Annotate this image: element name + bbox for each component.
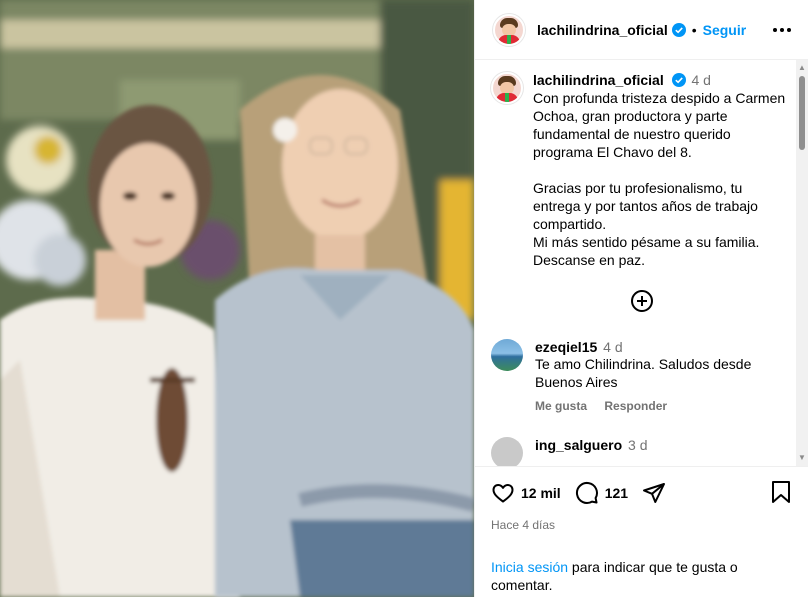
login-link[interactable]: Inicia sesión (491, 559, 568, 575)
post-date[interactable]: Hace 4 días (491, 518, 792, 532)
share-icon[interactable] (642, 481, 666, 505)
scroll-up-icon[interactable]: ▲ (798, 64, 806, 72)
caption-time[interactable]: 4 d (691, 72, 710, 88)
scroll-down-icon[interactable]: ▼ (798, 454, 806, 462)
photo-illustration (0, 0, 474, 597)
login-prompt: Inicia sesión para indicar que te gusta … (491, 558, 792, 594)
commenter-username[interactable]: ezeqiel15 (535, 339, 597, 355)
commenter-avatar[interactable] (491, 339, 523, 371)
more-icon[interactable] (770, 18, 794, 42)
load-more-comments[interactable] (491, 289, 792, 315)
follow-button[interactable]: Seguir (703, 22, 747, 38)
post-footer: 12 mil 121 Hace 4 días Inicia sesión par… (475, 466, 808, 597)
comment-like-button[interactable]: Me gusta (535, 399, 587, 413)
caption-avatar[interactable] (491, 72, 523, 104)
caption-text: Con profunda tristeza despido a Carmen O… (533, 90, 786, 268)
comment-reply-button[interactable]: Responder (604, 399, 667, 413)
action-bar: 12 mil 121 (491, 467, 792, 519)
comment-time[interactable]: 4 d (603, 339, 622, 355)
comment-item: ing_salguero 3 d (491, 437, 792, 466)
comment-icon[interactable] (575, 481, 599, 505)
add-circle-icon[interactable] (630, 289, 654, 313)
comments-scroll-area[interactable]: lachilindrina_oficial 4 d Con profunda t… (475, 60, 808, 466)
scrollbar[interactable]: ▲ ▼ (796, 60, 808, 466)
author-username[interactable]: lachilindrina_oficial (537, 22, 668, 38)
comment-button[interactable]: 121 (575, 481, 642, 505)
caption: lachilindrina_oficial 4 d Con profunda t… (491, 72, 792, 269)
commenter-username[interactable]: ing_salguero (535, 437, 622, 453)
header-separator: • (691, 21, 697, 38)
likes-count: 12 mil (521, 485, 561, 501)
post-header: lachilindrina_oficial • Seguir (475, 0, 808, 60)
share-button[interactable] (642, 481, 666, 505)
comment-text: Te amo Chilindrina. Saludos desde Buenos… (535, 356, 752, 390)
post-side-panel: lachilindrina_oficial • Seguir lachilind… (474, 0, 808, 597)
comments-count: 121 (604, 485, 629, 501)
comment-item: ezeqiel15 4 d Te amo Chilindrina. Saludo… (491, 339, 792, 413)
post-photo (0, 0, 474, 597)
commenter-avatar[interactable] (491, 437, 523, 466)
scrollbar-thumb[interactable] (799, 76, 805, 150)
heart-icon[interactable] (491, 481, 515, 505)
bookmark-icon[interactable] (770, 480, 792, 504)
save-button[interactable] (770, 480, 792, 507)
caption-username[interactable]: lachilindrina_oficial (533, 72, 664, 88)
author-avatar[interactable] (493, 13, 525, 46)
verified-icon (671, 73, 686, 87)
comment-time[interactable]: 3 d (628, 437, 647, 453)
like-button[interactable]: 12 mil (491, 481, 575, 505)
verified-icon (671, 22, 686, 37)
